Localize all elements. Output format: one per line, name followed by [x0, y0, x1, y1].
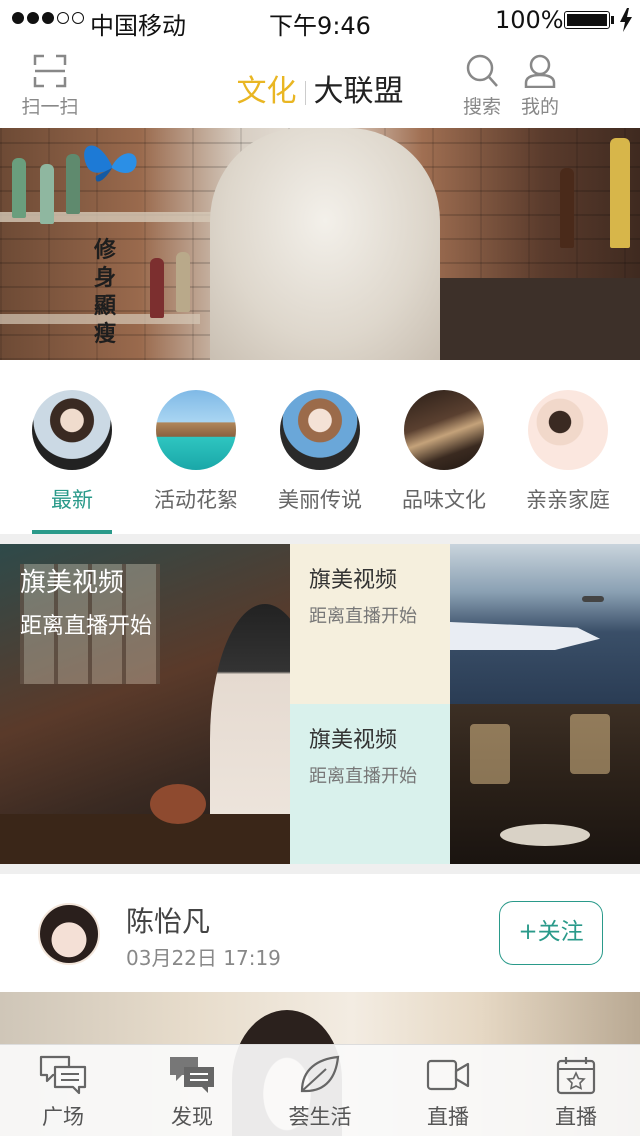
section-divider — [0, 864, 640, 874]
search-icon — [466, 54, 498, 87]
category-event-highlights[interactable]: 活动花絮 — [134, 390, 258, 514]
charging-icon — [620, 8, 632, 32]
video-thumbnail-restaurant[interactable] — [450, 704, 640, 864]
post-header: 陈怡凡 03月22日 17:19 +关注 — [0, 874, 640, 992]
category-taste-culture[interactable]: 品味文化 — [382, 390, 506, 514]
category-taste-culture-label: 品味文化 — [402, 488, 486, 512]
battery-percent: 100% — [495, 6, 564, 34]
tab-label: 直播 — [427, 1105, 469, 1129]
banner-overlay-text: 修身顯瘦 — [94, 237, 117, 347]
chat-bubbles-icon — [39, 1055, 87, 1095]
tab-discover[interactable]: 发现 — [137, 1055, 247, 1131]
bottom-tab-bar: 广场 发现 荟生活 直播 直播 — [0, 1044, 640, 1136]
video-subtitle: 距离直播开始 — [309, 606, 417, 627]
video-thumbnail-yacht[interactable] — [450, 544, 640, 704]
video-subtitle: 距离直播开始 — [309, 766, 417, 787]
video-subtitle: 距离直播开始 — [20, 614, 153, 639]
calendar-star-icon — [556, 1057, 596, 1095]
tab-label: 广场 — [42, 1105, 84, 1129]
follow-button[interactable]: +关注 — [499, 901, 603, 965]
title-alliance: 大联盟 — [313, 74, 404, 109]
section-divider — [0, 534, 640, 544]
teapot-image — [150, 784, 206, 824]
search-button[interactable]: 搜索 — [458, 54, 506, 119]
banner-carousel[interactable]: 修身顯瘦 — [0, 128, 640, 360]
leaf-icon — [300, 1055, 340, 1093]
author-name[interactable]: 陈怡凡 — [126, 900, 210, 940]
post-date: 03月22日 17:19 — [126, 946, 281, 970]
profile-label: 我的 — [520, 96, 559, 118]
category-family-label: 亲亲家庭 — [526, 488, 610, 512]
category-event-highlights-avatar — [156, 390, 236, 470]
video-card-bottom[interactable]: 旗美视频 距离直播开始 — [290, 704, 450, 864]
category-beauty-legends[interactable]: 美丽传说 — [258, 390, 382, 514]
author-avatar[interactable] — [38, 903, 100, 965]
tab-square[interactable]: 广场 — [8, 1055, 118, 1131]
category-latest-label: 最新 — [51, 488, 93, 512]
video-title: 旗美视频 — [20, 568, 125, 598]
category-event-highlights-label: 活动花絮 — [154, 488, 238, 512]
message-filled-icon — [170, 1057, 214, 1093]
battery-icon — [564, 11, 610, 29]
search-label: 搜索 — [462, 96, 501, 118]
tab-label: 荟生活 — [288, 1105, 352, 1129]
category-tabs: 最新 活动花絮 美丽传说 品味文化 亲亲家庭 — [0, 360, 640, 534]
title-culture: 文化 — [236, 74, 297, 109]
profile-button[interactable]: 我的 — [516, 54, 564, 119]
status-bar: 中国移动 下午9:46 100% — [0, 0, 640, 40]
video-title: 旗美视频 — [309, 728, 398, 753]
tab-label: 直播 — [555, 1105, 597, 1129]
category-latest-avatar — [32, 390, 112, 470]
video-camera-icon — [426, 1059, 470, 1091]
tab-live-schedule[interactable]: 直播 — [521, 1055, 631, 1131]
video-card-top[interactable]: 旗美视频 距离直播开始 — [290, 544, 450, 704]
model-figure — [210, 128, 440, 360]
video-grid: 旗美视频 距离直播开始 旗美视频 距离直播开始 旗美视频 距离直播开始 — [0, 544, 640, 864]
category-family[interactable]: 亲亲家庭 — [506, 390, 630, 514]
top-nav-bar: 扫一扫 文化大联盟 搜索 我的 发帖 — [0, 40, 640, 1032]
tab-label: 发现 — [171, 1105, 213, 1129]
category-taste-culture-avatar — [404, 390, 484, 470]
category-beauty-legends-label: 美丽传说 — [278, 488, 362, 512]
tab-live[interactable]: 直播 — [393, 1055, 503, 1131]
video-title: 旗美视频 — [309, 568, 398, 593]
tab-life[interactable]: 荟生活 — [265, 1055, 375, 1131]
butterfly-icon — [84, 145, 137, 182]
category-beauty-legends-avatar — [280, 390, 360, 470]
category-latest[interactable]: 最新 — [10, 390, 134, 514]
category-family-avatar — [528, 390, 608, 470]
video-card-featured[interactable]: 旗美视频 距离直播开始 — [0, 544, 290, 864]
user-icon — [524, 54, 556, 88]
